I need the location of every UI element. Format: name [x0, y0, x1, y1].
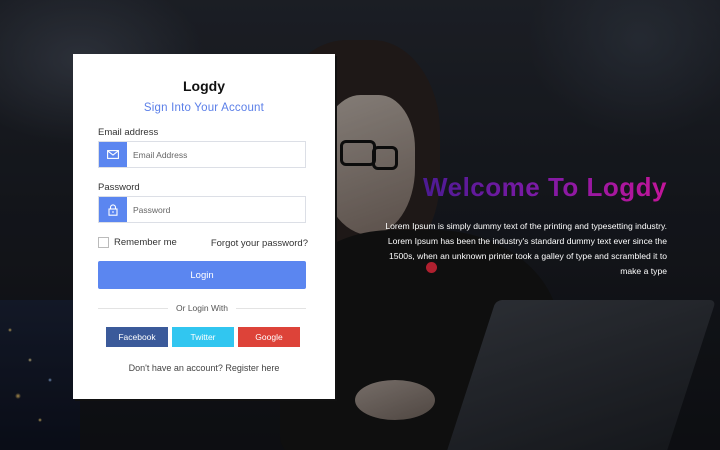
hero: Welcome To Logdy Lorem Ipsum is simply d… [380, 172, 667, 279]
red-dot-decoration [426, 262, 437, 273]
email-input-group [98, 141, 306, 168]
card-subtitle: Sign Into Your Account [143, 102, 265, 114]
hero-title: Welcome To Logdy [380, 172, 667, 203]
social-buttons: Facebook Twitter Google [106, 327, 300, 347]
lock-icon [99, 197, 127, 222]
password-label: Password [98, 182, 140, 193]
hero-body: Lorem Ipsum is simply dummy text of the … [385, 221, 667, 276]
email-label: Email address [98, 127, 159, 138]
login-button[interactable]: Login [98, 261, 306, 289]
forgot-password-link[interactable]: Forgot your password? [211, 238, 308, 249]
google-button[interactable]: Google [238, 327, 300, 347]
email-field[interactable] [127, 142, 305, 167]
remember-label: Remember me [114, 237, 177, 248]
remember-me[interactable]: Remember me [98, 237, 177, 248]
password-input-group [98, 196, 306, 223]
envelope-icon [99, 142, 127, 167]
login-card: Logdy Sign Into Your Account Email addre… [73, 54, 335, 399]
password-field[interactable] [127, 197, 305, 222]
divider-line-right [236, 308, 306, 309]
divider: Or Login With [98, 303, 306, 313]
facebook-button[interactable]: Facebook [106, 327, 168, 347]
remember-checkbox[interactable] [98, 237, 109, 248]
twitter-button[interactable]: Twitter [172, 327, 234, 347]
brand-title: Logdy [183, 78, 225, 94]
register-link[interactable]: Don't have an account? Register here [73, 363, 335, 373]
